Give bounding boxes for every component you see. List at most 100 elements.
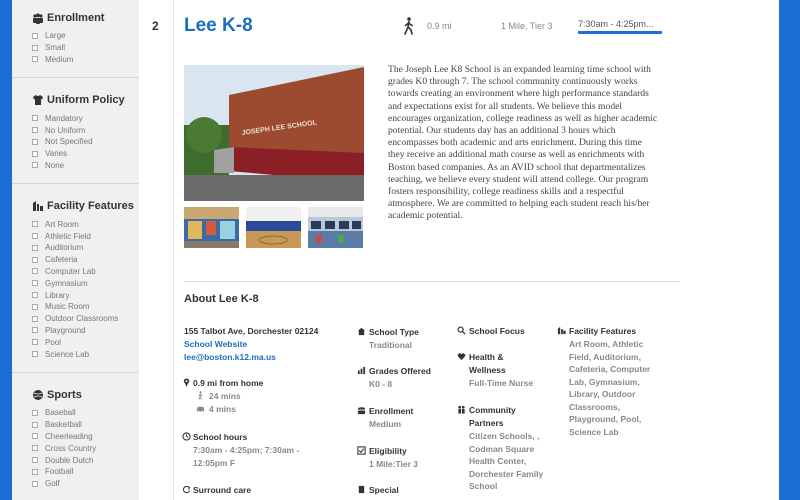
filter-option-mandatory[interactable]: Mandatory bbox=[32, 112, 139, 124]
checkbox[interactable] bbox=[32, 421, 38, 428]
checkbox[interactable] bbox=[32, 280, 38, 287]
filter-option-varies[interactable]: Varies bbox=[32, 148, 139, 160]
option-label: Large bbox=[45, 31, 66, 41]
checkbox[interactable] bbox=[32, 221, 38, 228]
option-label: Not Specified bbox=[45, 137, 93, 147]
checkbox[interactable] bbox=[32, 457, 38, 464]
filter-option-cheerleading[interactable]: Cheerleading bbox=[32, 431, 139, 443]
community-partners-value: Citizen Schools, , Codman Square Health … bbox=[469, 431, 544, 491]
option-label: Athletic Field bbox=[45, 231, 91, 241]
school-type-icon bbox=[357, 327, 366, 336]
option-label: Golf bbox=[45, 479, 60, 489]
checkbox[interactable] bbox=[32, 292, 38, 299]
filter-option-medium[interactable]: Medium bbox=[32, 54, 139, 66]
shirt-icon bbox=[33, 95, 43, 106]
school-description: The Joseph Lee K8 School is an expanded … bbox=[388, 64, 658, 222]
filter-option-cafeteria[interactable]: Cafeteria bbox=[32, 254, 139, 266]
photo-thumbnail-2[interactable] bbox=[246, 207, 301, 248]
checkbox[interactable] bbox=[32, 327, 38, 334]
hours-tab[interactable]: 7:30am - 4:25pm... bbox=[578, 19, 654, 29]
checkbox[interactable] bbox=[32, 256, 38, 263]
filter-option-computer-lab[interactable]: Computer Lab bbox=[32, 266, 139, 278]
section-divider bbox=[184, 281, 680, 282]
filter-option-basketball[interactable]: Basketball bbox=[32, 419, 139, 431]
people-icon bbox=[33, 13, 43, 24]
checkbox[interactable] bbox=[32, 115, 38, 122]
checkbox[interactable] bbox=[32, 162, 38, 169]
tier-label: 1 Mile, Tier 3 bbox=[501, 21, 553, 31]
school-website-link[interactable]: School Website bbox=[184, 339, 247, 349]
grades-offered-value: K0 - 8 bbox=[369, 379, 393, 389]
checkbox[interactable] bbox=[32, 303, 38, 310]
surround-care-label: Surround care bbox=[193, 485, 252, 495]
checkbox[interactable] bbox=[32, 233, 38, 240]
right-frame bbox=[779, 0, 800, 500]
option-label: Music Room bbox=[45, 302, 90, 312]
checkbox[interactable] bbox=[32, 315, 38, 322]
option-label: Outdoor Classrooms bbox=[45, 314, 119, 324]
enrollment-value: Medium bbox=[369, 419, 402, 429]
option-label: Medium bbox=[45, 54, 74, 64]
checkbox[interactable] bbox=[32, 445, 38, 452]
grades-offered-label: Grades Offered bbox=[369, 366, 431, 376]
option-label: Baseball bbox=[45, 408, 76, 418]
checkbox[interactable] bbox=[32, 409, 38, 416]
checkbox[interactable] bbox=[32, 127, 38, 134]
filter-option-not-specified[interactable]: Not Specified bbox=[32, 136, 139, 148]
facility-icon bbox=[557, 326, 566, 335]
filter-option-auditorium[interactable]: Auditorium bbox=[32, 242, 139, 254]
checkbox[interactable] bbox=[32, 339, 38, 346]
filter-option-football[interactable]: Football bbox=[32, 466, 139, 478]
walk-time: 24 mins bbox=[209, 391, 241, 401]
school-photo[interactable]: JOSEPH LEE SCHOOL bbox=[184, 65, 364, 201]
filter-option-small[interactable]: Small bbox=[32, 42, 139, 54]
filter-option-cross-country[interactable]: Cross Country bbox=[32, 442, 139, 454]
school-email-link[interactable]: lee@boston.k12.ma.us bbox=[184, 352, 276, 362]
option-label: Small bbox=[45, 43, 66, 53]
checkbox[interactable] bbox=[32, 351, 38, 358]
checkbox[interactable] bbox=[32, 480, 38, 487]
school-building-image: JOSEPH LEE SCHOOL bbox=[184, 65, 364, 201]
special-label: Special bbox=[369, 485, 399, 495]
filter-option-large[interactable]: Large bbox=[32, 30, 139, 42]
checkbox[interactable] bbox=[32, 56, 38, 63]
filter-option-pool[interactable]: Pool bbox=[32, 336, 139, 348]
filter-option-baseball[interactable]: Baseball bbox=[32, 407, 139, 419]
filter-option-double-dutch[interactable]: Double Dutch bbox=[32, 454, 139, 466]
checkbox[interactable] bbox=[32, 44, 38, 51]
filter-option-no-uniform[interactable]: No Uniform bbox=[32, 124, 139, 136]
checkbox[interactable] bbox=[32, 268, 38, 275]
filter-option-music-room[interactable]: Music Room bbox=[32, 301, 139, 313]
filter-option-outdoor-classrooms[interactable]: Outdoor Classrooms bbox=[32, 313, 139, 325]
filter-option-science-lab[interactable]: Science Lab bbox=[32, 348, 139, 360]
filter-option-golf[interactable]: Golf bbox=[32, 478, 139, 490]
checkbox[interactable] bbox=[32, 138, 38, 145]
filter-option-library[interactable]: Library bbox=[32, 289, 139, 301]
filter-option-gymnasium[interactable]: Gymnasium bbox=[32, 277, 139, 289]
filter-option-playground[interactable]: Playground bbox=[32, 325, 139, 337]
filter-title: Enrollment bbox=[47, 12, 105, 24]
option-label: Double Dutch bbox=[45, 455, 94, 465]
checkbox[interactable] bbox=[32, 150, 38, 157]
filter-option-none[interactable]: None bbox=[32, 160, 139, 172]
distance-from-home: 0.9 mi from home bbox=[193, 378, 264, 388]
hallway-image bbox=[184, 207, 239, 248]
enrollment-label: Enrollment bbox=[369, 406, 414, 416]
photo-thumbnail-3[interactable] bbox=[308, 207, 363, 248]
gym-image bbox=[246, 207, 301, 248]
checkbox[interactable] bbox=[32, 433, 38, 440]
option-label: Playground bbox=[45, 325, 86, 335]
checkbox[interactable] bbox=[32, 244, 38, 251]
photo-thumbnail-1[interactable] bbox=[184, 207, 239, 248]
walking-icon bbox=[404, 17, 413, 35]
filter-option-art-room[interactable]: Art Room bbox=[32, 218, 139, 230]
option-label: Cheerleading bbox=[45, 431, 93, 441]
checkbox[interactable] bbox=[32, 32, 38, 39]
filter-group-enrollment: Enrollment Large Small Medium bbox=[12, 0, 139, 79]
walk-time-icon bbox=[198, 391, 203, 400]
school-name[interactable]: Lee K-8 bbox=[184, 15, 253, 37]
checkbox[interactable] bbox=[32, 468, 38, 475]
filter-option-athletic-field[interactable]: Athletic Field bbox=[32, 230, 139, 242]
clock-icon bbox=[182, 432, 191, 441]
option-label: Mandatory bbox=[45, 113, 83, 123]
